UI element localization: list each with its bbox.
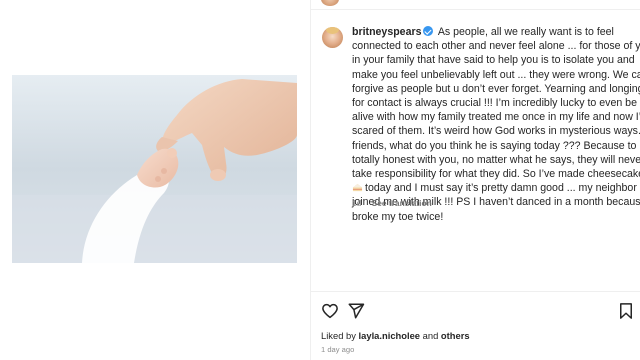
caption-meta: 1d See translation [352,198,432,208]
see-translation-link[interactable]: See translation [372,198,432,208]
caption-line: friends, what do you think he is saying … [352,139,640,152]
caption-line: in your family that have said to help yo… [352,54,635,67]
divider [311,9,640,10]
caption-line: take responsibility for what they did. S… [352,168,640,181]
caption-line: broke my toe twice! [352,210,444,223]
caption-line: totally honest with you, no matter what … [352,153,640,166]
caption-line: for contact is always crucial !!! I’m in… [352,97,637,110]
likes-summary: Liked by layla.nicholee and others [321,330,470,341]
likes-connector: and [422,330,439,341]
media-pane [0,0,310,360]
hands-photo [12,75,297,263]
caption: britneyspears As people, all we really w… [352,25,640,224]
caption-line: As people, all we really want is to feel [437,26,614,38]
cake-emoji-icon [352,184,363,192]
liked-by-user-link[interactable]: layla.nicholee [359,330,421,341]
avatar[interactable] [322,27,343,48]
share-icon[interactable] [347,302,365,320]
bookmark-icon[interactable] [617,302,635,320]
post-image[interactable] [12,75,297,263]
caption-line: scared of them. It’s weird how God works… [352,125,640,138]
verified-icon [423,26,434,36]
time-ago: 1d [352,198,362,208]
others-link[interactable]: others [441,330,470,341]
post-timestamp: 1 day ago [321,345,355,354]
divider [311,291,640,292]
heart-icon[interactable] [321,302,339,320]
caption-line: forgive as people but u don’t ever forge… [352,82,640,95]
username-link[interactable]: britneyspears [352,26,421,38]
caption-line: connected to each other and never feel a… [352,40,640,53]
previous-avatar [321,0,339,6]
post-details: britneyspears As people, all we really w… [310,0,640,360]
caption-line: alive with how my family treated me once… [352,111,640,124]
caption-line: make you feel unbelievably left out ... … [352,68,640,81]
likes-prefix: Liked by [321,330,356,341]
caption-line: today and I must say it’s pretty damn go… [365,182,637,195]
